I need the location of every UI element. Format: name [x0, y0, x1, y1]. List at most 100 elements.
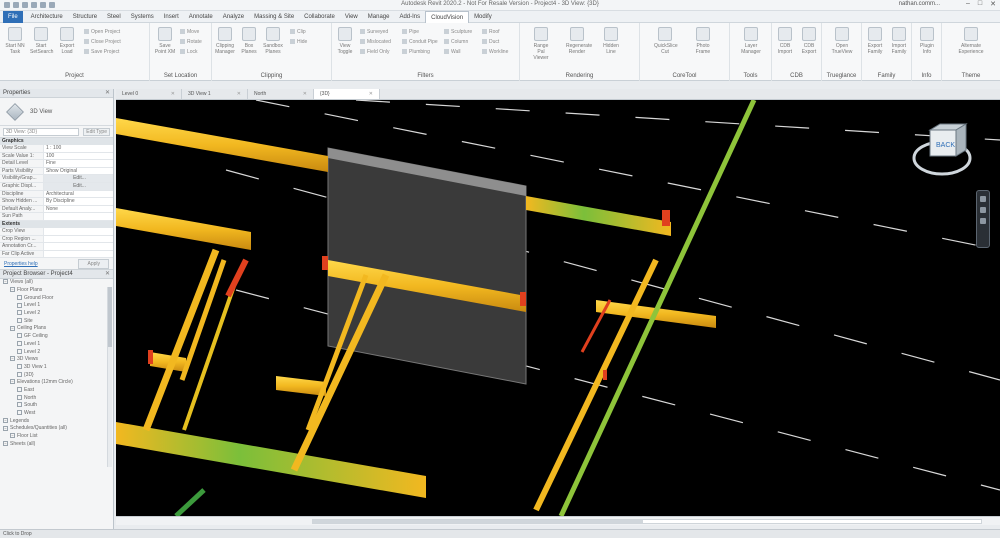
- range-pal-viewer-button[interactable]: Range Pal Viewer: [530, 27, 552, 61]
- filter-roof[interactable]: Roof: [482, 29, 500, 36]
- expand-toggle-icon[interactable]: −: [10, 287, 15, 293]
- property-value[interactable]: [44, 227, 113, 235]
- view-tab[interactable]: Level 0 ✕: [116, 89, 182, 99]
- navigation-bar[interactable]: [976, 190, 990, 248]
- ribbon-tab-collaborate[interactable]: Collaborate: [299, 11, 340, 23]
- properties-help-link[interactable]: Properties help: [4, 261, 38, 267]
- horizontal-scrollbar[interactable]: [312, 519, 982, 524]
- layer-manager-button[interactable]: Layer Manager: [740, 27, 762, 55]
- expand-toggle-icon[interactable]: [17, 387, 22, 393]
- view-toggle-button[interactable]: View Toggle: [334, 27, 356, 55]
- browser-node[interactable]: − Ceiling Plans: [0, 325, 113, 333]
- property-value[interactable]: Fine: [44, 160, 113, 167]
- pan-icon[interactable]: [980, 218, 986, 224]
- property-value[interactable]: By Discipline: [44, 198, 113, 205]
- property-value[interactable]: 100: [44, 152, 113, 160]
- close-project-button[interactable]: Close Project: [84, 39, 121, 46]
- property-value[interactable]: Edit...: [44, 182, 113, 190]
- ribbon-tab-manage[interactable]: Manage: [363, 11, 395, 23]
- property-value[interactable]: Architectural: [44, 190, 113, 198]
- ribbon-tab-cloudvision[interactable]: CloudVision: [425, 10, 470, 23]
- zoom-icon[interactable]: [980, 207, 986, 213]
- cdb-export-button[interactable]: CDB Export: [798, 27, 820, 55]
- expand-toggle-icon[interactable]: [17, 394, 22, 400]
- browser-node[interactable]: East: [0, 387, 113, 395]
- user-name[interactable]: nathan.comm...: [899, 1, 940, 7]
- quickslice-cut-button[interactable]: QuickSlice Cut: [654, 27, 678, 55]
- ribbon-tab-analyze[interactable]: Analyze: [218, 11, 249, 23]
- filter-column[interactable]: Column: [444, 39, 468, 46]
- browser-node[interactable]: North: [0, 395, 113, 403]
- close-icon[interactable]: ✕: [105, 89, 110, 98]
- ribbon-tab-massing-site[interactable]: Massing & Site: [249, 11, 299, 23]
- expand-toggle-icon[interactable]: −: [3, 440, 8, 446]
- ribbon-tab-structure[interactable]: Structure: [68, 11, 102, 23]
- property-value[interactable]: [44, 243, 113, 250]
- property-value[interactable]: [44, 213, 113, 220]
- browser-node[interactable]: − Schedules/Quantities (all): [0, 425, 113, 433]
- browser-scrollbar[interactable]: [107, 287, 112, 468]
- browser-node[interactable]: West: [0, 410, 113, 418]
- browser-node[interactable]: −3D Views: [0, 356, 113, 364]
- filter-surveyed[interactable]: Surveyed: [360, 29, 388, 36]
- ribbon-tab-file[interactable]: File: [3, 10, 23, 23]
- alternate-experience-button[interactable]: Alternate Experience: [958, 27, 984, 55]
- close-icon[interactable]: ✕: [237, 89, 241, 99]
- close-icon[interactable]: ✕: [171, 89, 175, 99]
- type-selector[interactable]: 3D View: [0, 98, 113, 126]
- maximize-icon[interactable]: □: [978, 0, 982, 8]
- property-value[interactable]: None: [44, 205, 113, 213]
- view-selector[interactable]: 3D View: {3D}: [3, 127, 80, 136]
- close-icon[interactable]: ✕: [303, 89, 307, 99]
- view-tab[interactable]: North ✕: [248, 89, 314, 99]
- browser-node[interactable]: Site: [0, 318, 113, 326]
- browser-node[interactable]: Level 1: [0, 341, 113, 349]
- plugin-info-button[interactable]: Plugin Info: [916, 27, 938, 55]
- sandbox-planes-button[interactable]: Sandbox Planes: [262, 27, 284, 55]
- property-group-graphics[interactable]: Graphics: [0, 138, 113, 145]
- expand-toggle-icon[interactable]: −: [3, 279, 8, 285]
- hidden-line-button[interactable]: Hidden Line: [600, 27, 622, 55]
- browser-node[interactable]: − Floor Plans: [0, 287, 113, 295]
- expand-toggle-icon[interactable]: [17, 371, 22, 377]
- property-value[interactable]: Edit...: [44, 175, 113, 182]
- browser-node[interactable]: Level 1: [0, 302, 113, 310]
- import-family-button[interactable]: Import Family: [888, 27, 910, 55]
- browser-node[interactable]: Ground Floor: [0, 295, 113, 303]
- expand-toggle-icon[interactable]: −: [10, 356, 15, 362]
- browser-node[interactable]: Level 2: [0, 349, 113, 357]
- box-planes-button[interactable]: Box Planes: [238, 27, 260, 55]
- expand-toggle-icon[interactable]: −: [10, 379, 15, 385]
- view-tab[interactable]: {3D} ✕: [314, 89, 380, 99]
- property-value[interactable]: Show Original: [44, 167, 113, 175]
- browser-node[interactable]: Level 2: [0, 310, 113, 318]
- ribbon-tab-add-ins[interactable]: Add-Ins: [394, 11, 425, 23]
- start-nn-task-button[interactable]: Start NN Task: [4, 27, 26, 55]
- expand-toggle-icon[interactable]: [17, 340, 22, 346]
- open-project-button[interactable]: Open Project: [84, 29, 120, 36]
- close-icon[interactable]: ✕: [369, 89, 373, 99]
- filter-field-only[interactable]: Field Only: [360, 49, 390, 56]
- expand-toggle-icon[interactable]: −: [10, 433, 15, 439]
- ribbon-tab-steel[interactable]: Steel: [102, 11, 126, 23]
- browser-node[interactable]: GF Ceiling: [0, 333, 113, 341]
- filter-wall[interactable]: Wall: [444, 49, 461, 56]
- property-value[interactable]: [44, 235, 113, 243]
- expand-toggle-icon[interactable]: −: [10, 325, 15, 331]
- apply-button[interactable]: Apply: [78, 258, 109, 269]
- browser-node[interactable]: − Floor List: [0, 433, 113, 441]
- expand-toggle-icon[interactable]: [17, 348, 22, 354]
- save-project-button[interactable]: Save Project: [84, 49, 119, 56]
- expand-toggle-icon[interactable]: [17, 294, 22, 300]
- photo-frame-button[interactable]: Photo Frame: [692, 27, 714, 55]
- filter-sculpture[interactable]: Sculpture: [444, 29, 472, 36]
- move-button[interactable]: Move: [180, 29, 199, 36]
- cdb-import-button[interactable]: CDB Import: [774, 27, 796, 55]
- open-trueview-button[interactable]: Open TrueView: [831, 27, 853, 55]
- lock-button[interactable]: Lock: [180, 49, 198, 56]
- browser-node[interactable]: − Sheets (all): [0, 441, 113, 449]
- close-icon[interactable]: ✕: [105, 270, 110, 279]
- start-setsearch-button[interactable]: Start SetSearch: [30, 27, 53, 55]
- ribbon-tab-architecture[interactable]: Architecture: [26, 11, 68, 23]
- browser-node[interactable]: − Legends: [0, 418, 113, 426]
